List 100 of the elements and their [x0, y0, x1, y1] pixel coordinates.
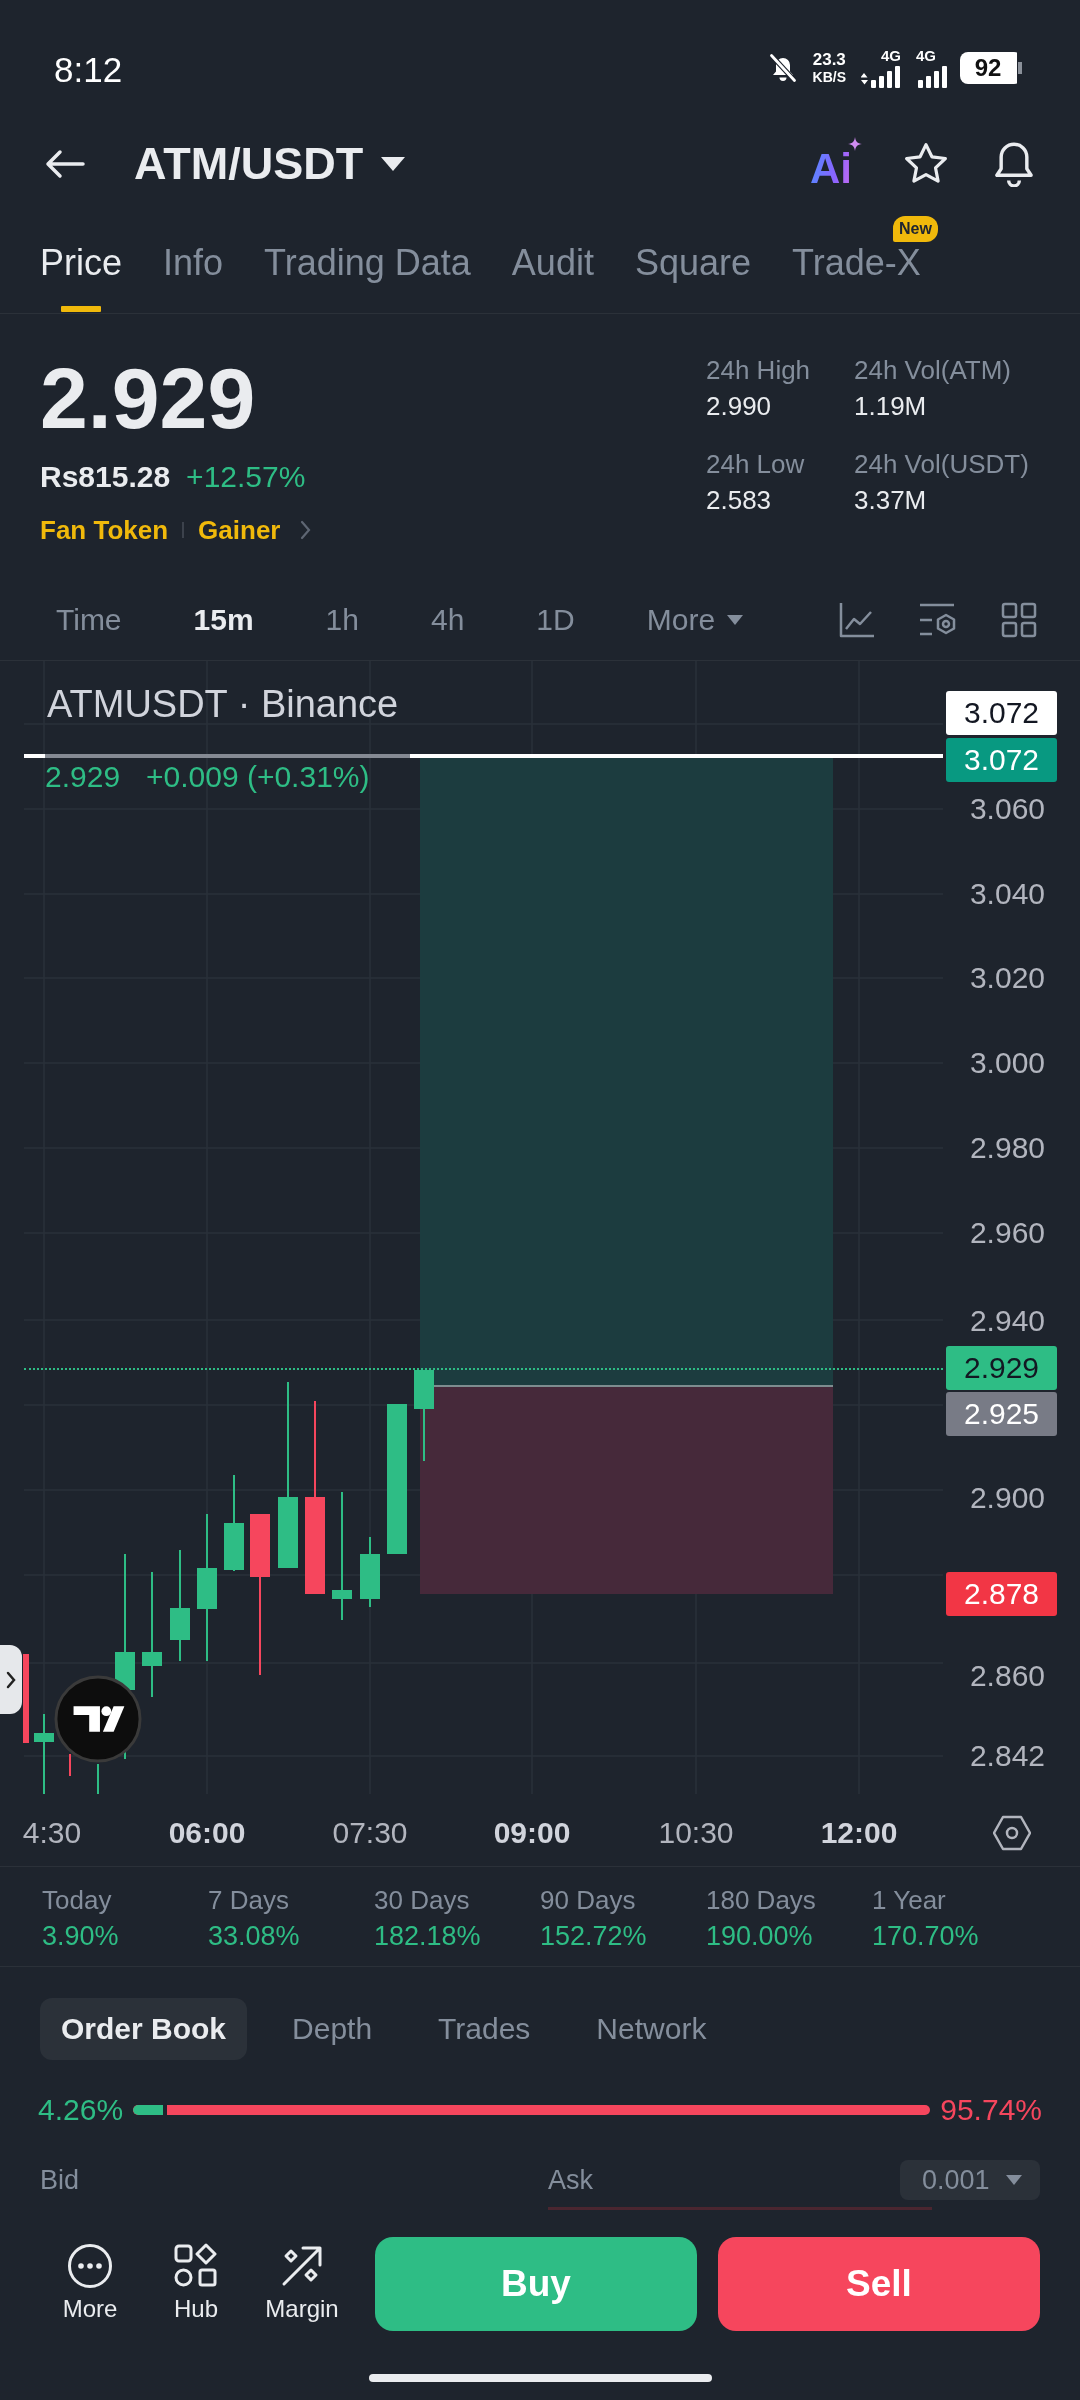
legend-price: 2.929 — [45, 761, 121, 793]
interval-option[interactable]: 1h — [325, 602, 359, 638]
book-tab[interactable]: Network — [575, 1998, 728, 2060]
price-axis-label: 2.860 — [969, 1659, 1045, 1693]
price-axis-label: 3.060 — [969, 792, 1045, 826]
period-change: 33.08% — [208, 1920, 300, 1953]
shapes-grid-icon — [173, 2243, 219, 2289]
bid-column-label: Bid — [40, 2164, 81, 2196]
last-price: 2.929 — [40, 355, 256, 441]
chart-logo-icon — [54, 1675, 142, 1763]
bid-ratio-value: 4.26% — [38, 2093, 124, 2127]
interval-option[interactable]: 4h — [431, 602, 465, 638]
stat-label: 24h Vol(USDT) — [854, 448, 1029, 480]
line-chart-icon[interactable] — [839, 602, 875, 638]
period-label: Today — [42, 1884, 112, 1916]
stat-value: 3.37M — [854, 484, 927, 516]
price-tag: 2.878 — [946, 1572, 1057, 1616]
chevron-right-icon — [6, 1670, 16, 1689]
price-tag: 2.925 — [946, 1392, 1057, 1436]
period-change: 152.72% — [540, 1920, 647, 1953]
period-change: 170.70% — [872, 1920, 979, 1953]
price-axis-label: 2.960 — [969, 1216, 1045, 1250]
action-button[interactable]: Hub — [151, 2237, 241, 2323]
period-label: 1 Year — [872, 1884, 946, 1916]
price-axis-label: 2.842 — [969, 1739, 1045, 1773]
star-icon[interactable] — [904, 142, 948, 186]
interval-option[interactable]: 15m — [193, 602, 254, 638]
period-label: 180 Days — [706, 1884, 816, 1916]
price-axis-label: 3.020 — [969, 961, 1045, 995]
bell-icon[interactable] — [992, 141, 1036, 187]
book-tab[interactable]: Trades — [417, 1998, 552, 2060]
period-change: 3.90% — [42, 1920, 119, 1953]
time-axis-label: 06:00 — [168, 1816, 246, 1850]
side-panel-handle[interactable] — [0, 1645, 22, 1714]
ask-ratio-value: 95.74% — [940, 2093, 1042, 2127]
stat-label: 24h Low — [706, 448, 805, 480]
time-axis-label: 12:00 — [820, 1816, 898, 1850]
stat-value: 2.990 — [706, 390, 772, 422]
stat-value: 1.19M — [854, 390, 927, 422]
caret-down-icon — [727, 615, 744, 625]
signal-icon — [861, 63, 901, 88]
price-axis-label: 2.900 — [969, 1481, 1045, 1515]
page-tab[interactable]: Price — [40, 243, 123, 312]
period-label: 7 Days — [208, 1884, 289, 1916]
price-change: +12.57% — [186, 459, 306, 495]
interval-option[interactable]: 1D — [536, 602, 575, 638]
category-tag[interactable]: Gainer — [198, 514, 281, 546]
network-type-label: 4G — [916, 47, 936, 63]
page-tab[interactable]: Audit — [511, 243, 594, 312]
period-change: 190.00% — [706, 1920, 813, 1953]
signal-icon — [916, 63, 948, 88]
back-icon[interactable] — [45, 149, 85, 179]
buy-button[interactable]: Buy — [375, 2237, 697, 2331]
page-tab[interactable]: Trading Data — [264, 243, 471, 312]
ask-column-label: Ask — [548, 2164, 593, 2196]
dots-circle-icon — [67, 2243, 113, 2289]
candle-wick — [97, 1764, 99, 1794]
network-speed-value: 23.3 — [812, 51, 846, 68]
time-axis-label: 09:00 — [493, 1816, 571, 1850]
price-axis-label: 3.000 — [969, 1046, 1045, 1080]
interval-option[interactable]: Time — [56, 602, 122, 638]
caret-down-icon — [1006, 2175, 1022, 2185]
period-change: 182.18% — [374, 1920, 481, 1953]
time-axis-label: 4:30 — [22, 1816, 82, 1850]
chart-title: ATMUSDT · Binance — [47, 682, 399, 726]
interval-option[interactable]: More — [646, 602, 744, 638]
period-label: 90 Days — [540, 1884, 636, 1916]
precision-dropdown[interactable]: 0.001 — [900, 2160, 1040, 2200]
time-axis-label: 10:30 — [658, 1816, 734, 1850]
notifications-off-icon — [768, 52, 797, 83]
fiat-price: Rs815.28 — [40, 459, 171, 495]
stat-value: 2.583 — [706, 484, 772, 516]
price-axis-label: 2.980 — [969, 1131, 1045, 1165]
price-tag: 3.072 — [946, 691, 1057, 735]
action-button[interactable]: Margin — [257, 2237, 347, 2323]
price-axis-label: 2.940 — [969, 1304, 1045, 1338]
stat-label: 24h Vol(ATM) — [854, 354, 1011, 386]
pair-title[interactable]: ATM/USDT — [134, 138, 364, 190]
book-tab[interactable]: Order Book — [40, 1998, 248, 2060]
action-button[interactable]: More — [45, 2237, 135, 2323]
stat-label: 24h High — [706, 354, 811, 386]
price-tag: 3.072 — [946, 738, 1057, 782]
status-time: 8:12 — [54, 50, 123, 90]
layout-grid-icon[interactable] — [1001, 602, 1037, 638]
category-tag[interactable]: Fan Token — [40, 514, 169, 546]
book-tab[interactable]: Depth — [271, 1998, 394, 2060]
new-badge: New — [893, 216, 938, 242]
chevron-right-icon[interactable] — [300, 520, 312, 540]
candle-wick — [69, 1754, 71, 1776]
period-label: 30 Days — [374, 1884, 470, 1916]
sell-button[interactable]: Sell — [718, 2237, 1040, 2331]
page-tab[interactable]: Square — [634, 243, 751, 312]
page-tab[interactable]: Trade-X — [792, 243, 921, 312]
candle — [360, 1537, 380, 1607]
indicator-settings-icon[interactable] — [919, 602, 957, 638]
battery-indicator: 92 — [960, 51, 1022, 84]
settings-icon[interactable] — [993, 1815, 1031, 1851]
page-tab[interactable]: Info — [163, 243, 224, 312]
sparkle-icon — [848, 137, 862, 151]
caret-down-icon[interactable] — [381, 157, 406, 171]
